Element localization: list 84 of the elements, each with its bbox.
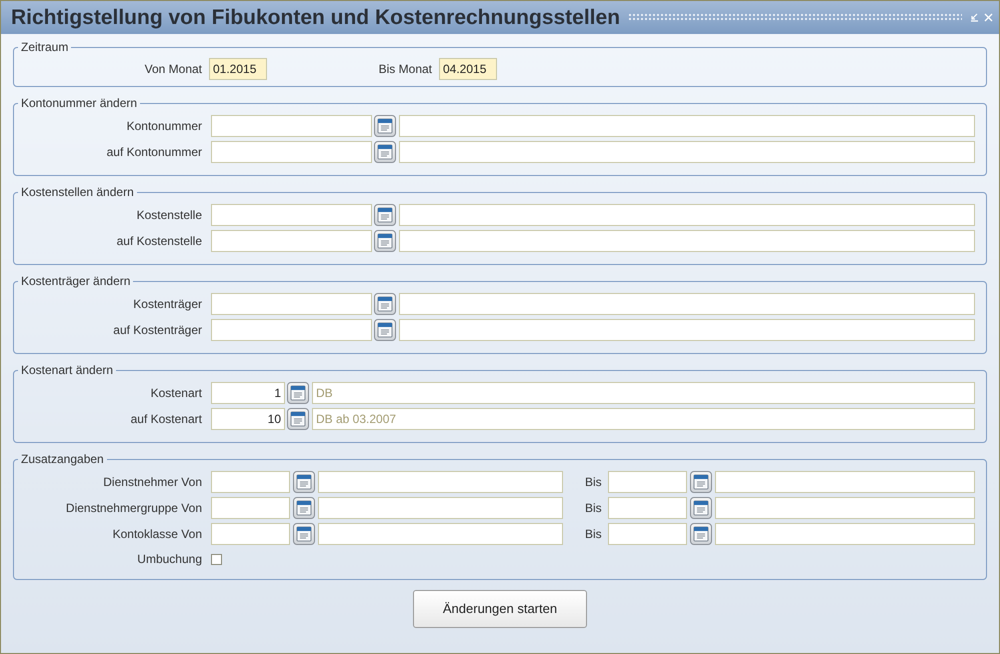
group-title: Kontonummer ändern [20, 95, 138, 112]
field-label: Von Monat [144, 61, 203, 78]
group-title: Zeitraum [20, 39, 70, 56]
input-field[interactable] [211, 293, 372, 315]
group-title: Kostenträger ändern [20, 273, 132, 290]
lookup-button[interactable] [374, 204, 396, 226]
lookup-button[interactable] [293, 471, 315, 493]
field-label: Kontoklasse Von [112, 526, 203, 543]
input-field[interactable]: 04.2015 [439, 58, 497, 80]
input-field[interactable] [211, 471, 290, 493]
calendar-icon [377, 322, 393, 338]
input-field[interactable] [715, 497, 975, 519]
input-field[interactable] [399, 141, 975, 163]
calendar-icon [377, 144, 393, 160]
input-field[interactable] [318, 471, 563, 493]
input-field[interactable] [399, 319, 975, 341]
lookup-button[interactable] [374, 230, 396, 252]
group-title: Zusatzangaben [20, 451, 105, 468]
calendar-icon [693, 526, 709, 542]
input-field[interactable] [211, 115, 372, 137]
close-icon[interactable] [984, 13, 993, 22]
lookup-button[interactable] [690, 471, 712, 493]
field-label: Kostenträger [132, 296, 203, 313]
start-changes-button[interactable]: Änderungen starten [413, 590, 587, 628]
input-field[interactable] [211, 523, 290, 545]
input-field[interactable] [211, 319, 372, 341]
lookup-button[interactable] [374, 293, 396, 315]
checkbox[interactable] [211, 554, 222, 564]
input-field[interactable] [399, 293, 975, 315]
calendar-icon [296, 526, 312, 542]
input-field[interactable] [318, 523, 563, 545]
input-field[interactable] [399, 230, 975, 252]
calendar-icon [290, 411, 306, 427]
input-field[interactable] [211, 141, 372, 163]
lookup-button[interactable] [690, 497, 712, 519]
field-label: Bis [584, 500, 603, 517]
calendar-icon [377, 233, 393, 249]
calendar-icon [693, 474, 709, 490]
calendar-icon [377, 296, 393, 312]
window-title: Richtigstellung von Fibukonten und Kostenrechnungsstellen [11, 4, 620, 31]
lookup-button[interactable] [287, 408, 309, 430]
input-field[interactable] [399, 204, 975, 226]
lookup-button[interactable] [293, 497, 315, 519]
lookup-button[interactable] [293, 523, 315, 545]
input-field[interactable] [608, 471, 687, 493]
input-field[interactable] [715, 471, 975, 493]
group-title: Kostenstellen ändern [20, 184, 135, 201]
input-field[interactable] [608, 523, 687, 545]
input-field[interactable]: 10 [211, 408, 285, 430]
calendar-icon [296, 500, 312, 516]
input-field[interactable] [715, 523, 975, 545]
field-label: Dienstnehmer Von [102, 474, 203, 491]
field-label: Kostenart [150, 385, 203, 402]
field-label: Bis Monat [378, 61, 433, 78]
calendar-icon [296, 474, 312, 490]
input-field[interactable] [211, 204, 372, 226]
lookup-button[interactable] [374, 141, 396, 163]
input-field[interactable] [318, 497, 563, 519]
calendar-icon [290, 385, 306, 401]
field-label: Dienstnehmergruppe Von [64, 500, 203, 517]
minimize-icon[interactable] [970, 13, 979, 22]
field-label: Bis [584, 526, 603, 543]
field-label: Bis [584, 474, 603, 491]
input-field[interactable] [211, 230, 372, 252]
group-title: Kostenart ändern [20, 362, 114, 379]
input-field[interactable]: 1 [211, 382, 285, 404]
lookup-button[interactable] [690, 523, 712, 545]
field-label: auf Kostenart [130, 411, 203, 428]
field-label: auf Kostenstelle [116, 233, 203, 250]
lookup-button[interactable] [287, 382, 309, 404]
field-label: Kostenstelle [136, 207, 203, 224]
field-label: auf Kostenträger [112, 322, 203, 339]
input-field[interactable] [608, 497, 687, 519]
calendar-icon [377, 118, 393, 134]
calendar-icon [377, 207, 393, 223]
input-field[interactable]: 01.2015 [209, 58, 267, 80]
input-field[interactable] [399, 115, 975, 137]
lookup-button[interactable] [374, 319, 396, 341]
field-label: Kontonummer [126, 118, 203, 135]
calendar-icon [693, 500, 709, 516]
lookup-button[interactable] [374, 115, 396, 137]
field-label: auf Kontonummer [106, 144, 203, 161]
input-field[interactable] [211, 497, 290, 519]
field-label: Umbuchung [136, 551, 203, 568]
